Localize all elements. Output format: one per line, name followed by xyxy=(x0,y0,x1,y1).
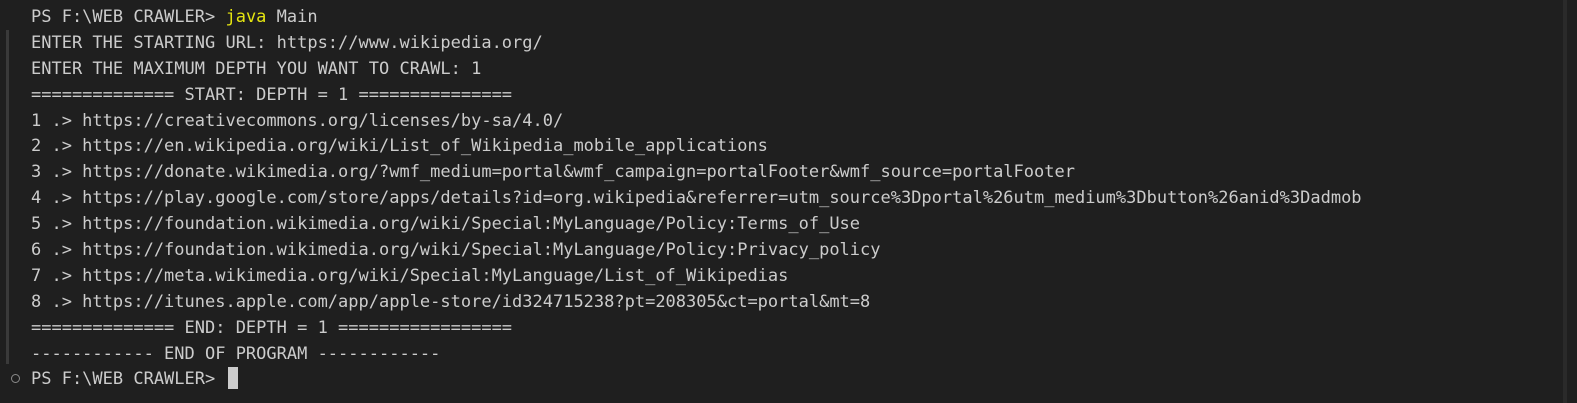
text-cursor xyxy=(228,367,239,390)
active-prompt-line[interactable]: PS F:\WEB CRAWLER> xyxy=(31,367,1557,393)
command-decoration-bar xyxy=(6,30,9,364)
command-line: PS F:\WEB CRAWLER> java Main xyxy=(31,5,1557,31)
output-line: 6 .> https://foundation.wikimedia.org/wi… xyxy=(31,240,881,261)
prompt: PS F:\WEB CRAWLER> xyxy=(31,7,226,27)
output-line: 2 .> https://en.wikipedia.org/wiki/List_… xyxy=(31,136,768,157)
output-line: 4 .> https://play.google.com/store/apps/… xyxy=(31,188,1362,209)
terminal-output: PS F:\WEB CRAWLER> java Main ENTER THE S… xyxy=(31,5,1557,393)
command-args: Main xyxy=(266,7,318,27)
output-line: ============== START: DEPTH = 1 ========… xyxy=(31,84,513,105)
output-line: 8 .> https://itunes.apple.com/app/apple-… xyxy=(31,291,871,312)
scrollbar[interactable] xyxy=(1563,0,1567,403)
command-status-circle-icon[interactable] xyxy=(11,374,20,383)
output-line: 3 .> https://donate.wikimedia.org/?wmf_m… xyxy=(31,162,1075,183)
output-line: 7 .> https://meta.wikimedia.org/wiki/Spe… xyxy=(31,265,789,286)
output-line: 1 .> https://creativecommons.org/license… xyxy=(31,110,564,131)
output-line: ------------ END OF PROGRAM ------------ xyxy=(31,343,441,364)
output-line: 5 .> https://foundation.wikimedia.org/wi… xyxy=(31,214,861,235)
terminal-panel[interactable]: PS F:\WEB CRAWLER> java Main ENTER THE S… xyxy=(0,0,1577,403)
command-name: java xyxy=(225,7,267,27)
prompt: PS F:\WEB CRAWLER> xyxy=(31,369,226,390)
output-line: ENTER THE STARTING URL: https://www.wiki… xyxy=(31,32,543,53)
output-line: ENTER THE MAXIMUM DEPTH YOU WANT TO CRAW… xyxy=(31,58,482,79)
output-line: ============== END: DEPTH = 1 ==========… xyxy=(31,317,513,338)
